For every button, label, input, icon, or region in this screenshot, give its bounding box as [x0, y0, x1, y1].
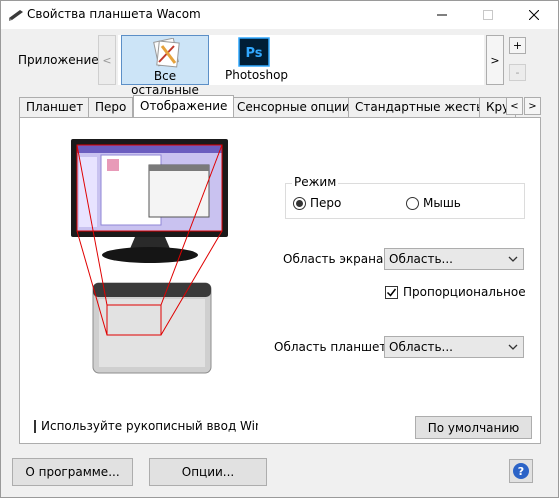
minimize-icon: [437, 14, 447, 16]
application-label: Приложение:: [18, 53, 103, 67]
options-button-label: Опции...: [181, 465, 235, 479]
proportional-label: Пропорциональное: [403, 285, 526, 299]
tablet-icon: [92, 282, 212, 374]
settings-tabs: Планшет Перо Отображение Сенсорные опции…: [19, 95, 522, 117]
remove-application-button[interactable]: -: [509, 64, 526, 81]
default-button-label: По умолчанию: [427, 420, 520, 435]
application-list: Все остальные Ps Photoshop: [118, 35, 484, 97]
screen-area-value: Область...: [389, 252, 453, 266]
screen-area-dropdown[interactable]: Область...: [384, 248, 524, 270]
mapping-illustration: [71, 139, 228, 374]
tablet-area-label: Область планшета:: [274, 340, 398, 354]
maximize-button[interactable]: [465, 1, 511, 29]
wacom-pen-icon: [9, 10, 23, 21]
tab-standard-gestures[interactable]: Стандартные жесты: [348, 97, 493, 117]
about-button[interactable]: О программе...: [12, 458, 133, 486]
help-icon: ?: [513, 463, 529, 479]
chevron-right-icon: >: [528, 100, 537, 112]
tab-pen[interactable]: Перо: [88, 97, 134, 117]
photoshop-icon: Ps: [238, 37, 270, 67]
wacom-properties-window: Свойства планшета Wacom Приложение: < Вс…: [0, 0, 559, 498]
app-scroll-right-button[interactable]: >: [486, 35, 504, 85]
proportional-checkbox[interactable]: Пропорциональное: [385, 285, 526, 299]
add-application-button[interactable]: +: [509, 37, 526, 54]
checkbox-unchecked-icon: [34, 419, 36, 433]
minus-icon: -: [515, 66, 520, 79]
screen-area-label: Область экрана:: [283, 252, 388, 266]
radio-selected-icon: [293, 196, 306, 210]
title-bar: Свойства планшета Wacom: [1, 1, 558, 29]
svg-text:Ps: Ps: [245, 46, 262, 61]
options-button[interactable]: Опции...: [149, 458, 267, 486]
mode-group-title: Режим: [292, 175, 339, 189]
app-scroll-left-button[interactable]: <: [98, 35, 116, 85]
chevron-right-icon: >: [490, 53, 500, 67]
chevron-left-icon: <: [102, 53, 112, 67]
windows-ink-label: Используйте рукописный ввод Windows Ink: [41, 419, 258, 433]
chevron-left-icon: <: [510, 100, 519, 112]
default-button[interactable]: По умолчанию: [415, 416, 532, 439]
mode-pen-radio[interactable]: Перо: [293, 196, 341, 210]
checkbox-checked-icon: [385, 285, 398, 299]
tab-scroll-right-button[interactable]: >: [524, 97, 541, 115]
tablet-area-dropdown[interactable]: Область...: [384, 336, 524, 358]
mode-pen-label: Перо: [310, 196, 342, 210]
maximize-icon: [483, 10, 493, 20]
about-button-label: О программе...: [25, 465, 120, 479]
app-tile-label: Photoshop: [225, 68, 289, 82]
app-tile-photoshop[interactable]: Ps Photoshop: [222, 35, 310, 85]
chevron-down-icon: [508, 256, 518, 262]
window-title: Свойства планшета Wacom: [27, 7, 201, 21]
app-tile-label: Все остальные: [131, 69, 199, 97]
monitor-icon: [71, 139, 228, 263]
chevron-down-icon: [508, 344, 518, 350]
tab-scroll-left-button[interactable]: <: [506, 97, 523, 115]
tablet-area-value: Область...: [389, 340, 453, 354]
radio-unselected-icon: [406, 196, 419, 210]
mode-mouse-radio[interactable]: Мышь: [406, 196, 461, 210]
close-icon: [529, 10, 539, 20]
help-button[interactable]: ?: [509, 459, 533, 483]
mode-mouse-label: Мышь: [423, 196, 461, 210]
app-tile-all-others[interactable]: Все остальные: [121, 35, 209, 97]
minimize-button[interactable]: [419, 1, 465, 29]
all-applications-icon: [153, 38, 180, 68]
plus-icon: +: [512, 39, 523, 52]
tab-tablet[interactable]: Планшет: [19, 97, 91, 117]
windows-ink-checkbox[interactable]: Используйте рукописный ввод Windows Ink: [34, 419, 258, 433]
tab-touch-options[interactable]: Сенсорные опции: [230, 97, 357, 117]
close-button[interactable]: [511, 1, 557, 29]
tab-mapping[interactable]: Отображение: [133, 95, 235, 117]
